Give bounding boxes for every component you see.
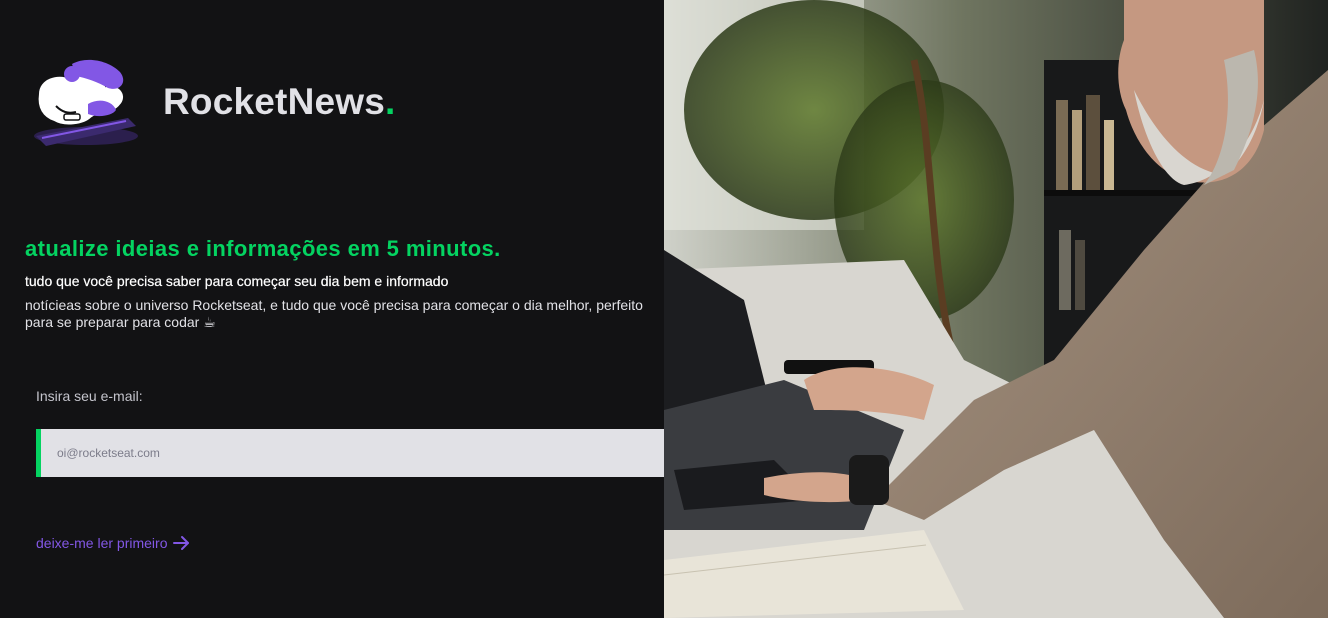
read-first-link[interactable]: deixe-me ler primeiro [36,534,190,552]
read-first-label: deixe-me ler primeiro [36,535,168,551]
hero-photo [664,0,1328,618]
landing-page: RocketNews. atualize ideias e informaçõe… [0,0,1328,618]
hero-description: notícieas sobre o universo Rocketseat, e… [25,297,643,330]
arrow-right-icon [173,536,190,550]
brand: RocketNews. [28,56,396,152]
brand-name-text: RocketNews [163,81,386,122]
brand-dot: . [385,81,396,122]
rocketseat-mascot-illustration [34,59,138,146]
email-label: Insira seu e-mail: [36,388,143,404]
brand-name: RocketNews. [163,81,396,123]
left-panel: RocketNews. atualize ideias e informaçõe… [0,0,882,618]
man-typing-on-laptop-photo [664,0,1328,618]
hero-headline: atualize ideias e informações em 5 minut… [25,236,501,261]
hero-subheadline: tudo que você precisa saber para começar… [25,273,449,289]
